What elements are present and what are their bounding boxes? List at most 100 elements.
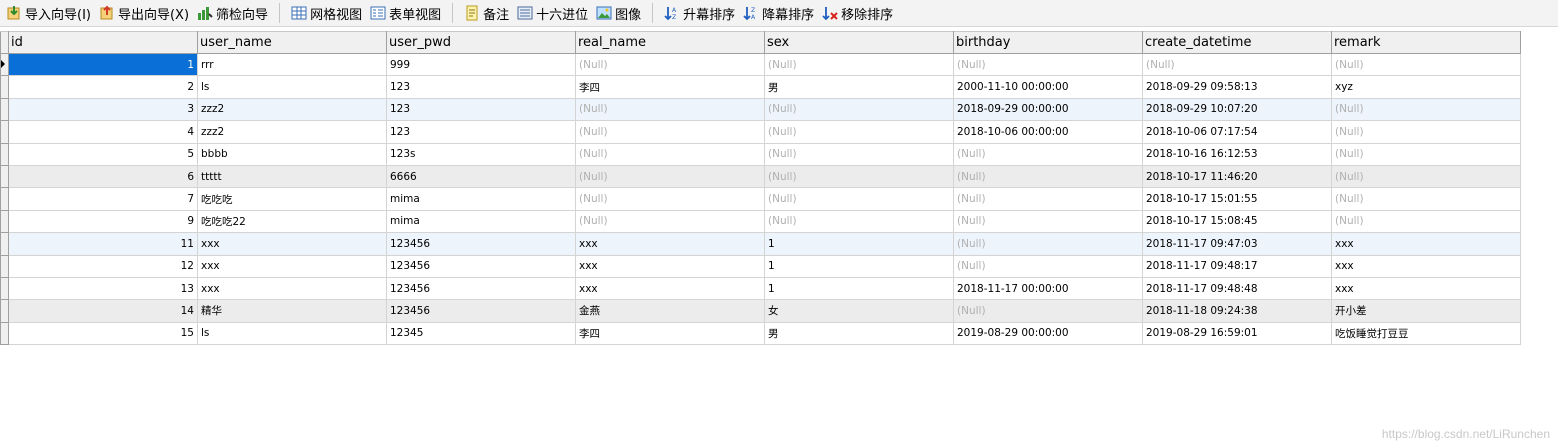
row-indicator[interactable] xyxy=(0,187,9,211)
cell-user-pwd[interactable]: 123s xyxy=(386,142,576,166)
table-row[interactable]: 4 zzz2 123 (Null) (Null) 2018-10-06 00:00:00 2… xyxy=(0,120,1521,144)
cell-real-name[interactable]: 李四 xyxy=(575,75,765,99)
table-row[interactable]: 1 rrr 999 (Null) (Null) (Null) (Null) (Null) xyxy=(0,52,1521,77)
cell-remark[interactable]: xxx xyxy=(1331,254,1521,278)
cell-create-datetime[interactable]: 2018-11-17 09:47:03 xyxy=(1142,232,1332,256)
grid-view-button[interactable]: 网格视图 xyxy=(287,1,366,25)
cell-remark[interactable]: (Null) xyxy=(1331,52,1521,77)
cell-real-name[interactable]: (Null) xyxy=(575,209,765,234)
cell-sex[interactable]: (Null) xyxy=(764,142,954,166)
cell-create-datetime[interactable]: 2018-11-18 09:24:38 xyxy=(1142,299,1332,323)
row-indicator[interactable] xyxy=(0,254,9,278)
cell-user-name[interactable]: rrr xyxy=(197,52,387,77)
cell-id[interactable]: 5 xyxy=(8,142,198,166)
export-wizard-button[interactable]: 导出向导(X) xyxy=(95,1,193,25)
cell-real-name[interactable]: xxx xyxy=(575,254,765,278)
cell-create-datetime[interactable]: 2018-10-17 11:46:20 xyxy=(1142,164,1332,189)
cell-create-datetime[interactable]: 2018-10-17 15:01:55 xyxy=(1142,187,1332,211)
table-row[interactable]: 11 xxx 123456 xxx 1 (Null) 2018-11-17 09:47:03… xyxy=(0,232,1521,256)
cell-user-pwd[interactable]: mima xyxy=(386,209,576,234)
memo-button[interactable]: 备注 xyxy=(460,1,513,25)
cell-create-datetime[interactable]: 2018-10-06 07:17:54 xyxy=(1142,120,1332,144)
cell-birthday[interactable]: (Null) xyxy=(953,209,1143,234)
cell-id[interactable]: 11 xyxy=(8,232,198,256)
table-row[interactable]: 7 吃吃吃 mima (Null) (Null) (Null) 2018-10-17 15:… xyxy=(0,187,1521,211)
cell-user-pwd[interactable]: 123456 xyxy=(386,276,576,301)
cell-birthday[interactable]: (Null) xyxy=(953,232,1143,256)
cell-remark[interactable]: 开小差 xyxy=(1331,299,1521,323)
cell-remark[interactable]: (Null) xyxy=(1331,187,1521,211)
cell-user-pwd[interactable]: 123 xyxy=(386,120,576,144)
table-row[interactable]: 14 精华 123456 金燕女 (Null) 2018-11-18 09:24:38 开小… xyxy=(0,299,1521,323)
cell-id[interactable]: 4 xyxy=(8,120,198,144)
cell-birthday[interactable]: (Null) xyxy=(953,164,1143,189)
cell-create-datetime[interactable]: 2018-10-16 16:12:53 xyxy=(1142,142,1332,166)
cell-user-pwd[interactable]: 123456 xyxy=(386,232,576,256)
cell-user-name[interactable]: xxx xyxy=(197,276,387,301)
cell-id[interactable]: 3 xyxy=(8,97,198,122)
column-header-sex[interactable]: sex xyxy=(764,31,954,54)
cell-remark[interactable]: xxx xyxy=(1331,276,1521,301)
cell-id[interactable]: 2 xyxy=(8,75,198,99)
cell-sex[interactable]: (Null) xyxy=(764,164,954,189)
cell-real-name[interactable]: (Null) xyxy=(575,52,765,77)
cell-remark[interactable]: 吃饭睡觉打豆豆 xyxy=(1331,321,1521,346)
cell-birthday[interactable]: (Null) xyxy=(953,299,1143,323)
cell-id[interactable]: 9 xyxy=(8,209,198,234)
column-header-id[interactable]: id xyxy=(8,31,198,54)
row-indicator[interactable] xyxy=(0,142,9,166)
row-indicator[interactable] xyxy=(0,97,9,122)
cell-user-name[interactable]: xxx xyxy=(197,232,387,256)
cell-sex[interactable]: (Null) xyxy=(764,52,954,77)
cell-birthday[interactable]: (Null) xyxy=(953,187,1143,211)
cell-birthday[interactable]: 2019-08-29 00:00:00 xyxy=(953,321,1143,346)
row-indicator[interactable] xyxy=(0,321,9,346)
cell-remark[interactable]: xxx xyxy=(1331,232,1521,256)
cell-real-name[interactable]: 金燕 xyxy=(575,299,765,323)
cell-real-name[interactable]: (Null) xyxy=(575,164,765,189)
cell-remark[interactable]: xyz xyxy=(1331,75,1521,99)
cell-id[interactable]: 12 xyxy=(8,254,198,278)
row-indicator[interactable] xyxy=(0,52,9,77)
cell-user-name[interactable]: xxx xyxy=(197,254,387,278)
table-row[interactable]: 9 吃吃吃22 mima (Null) (Null) (Null) 2018-10-17 1… xyxy=(0,209,1521,234)
row-indicator[interactable] xyxy=(0,276,9,301)
cell-user-name[interactable]: zzz2 xyxy=(197,120,387,144)
cell-id[interactable]: 13 xyxy=(8,276,198,301)
cell-sex[interactable]: (Null) xyxy=(764,97,954,122)
cell-create-datetime[interactable]: 2018-10-17 15:08:45 xyxy=(1142,209,1332,234)
column-header-user-name[interactable]: user_name xyxy=(197,31,387,54)
cell-sex[interactable]: (Null) xyxy=(764,120,954,144)
cell-birthday[interactable]: (Null) xyxy=(953,254,1143,278)
cell-real-name[interactable]: xxx xyxy=(575,232,765,256)
cell-id[interactable]: 7 xyxy=(8,187,198,211)
cell-user-pwd[interactable]: 123456 xyxy=(386,299,576,323)
form-view-button[interactable]: 表单视图 xyxy=(366,1,445,25)
cell-sex[interactable]: 1 xyxy=(764,232,954,256)
cell-real-name[interactable]: xxx xyxy=(575,276,765,301)
table-row[interactable]: 3 zzz2 123 (Null) (Null) 2018-09-29 00:00:00 2… xyxy=(0,97,1521,122)
cell-sex[interactable]: 1 xyxy=(764,276,954,301)
row-indicator[interactable] xyxy=(0,232,9,256)
column-header-real-name[interactable]: real_name xyxy=(575,31,765,54)
cell-birthday[interactable]: (Null) xyxy=(953,52,1143,77)
column-header-create-datetime[interactable]: create_datetime xyxy=(1142,31,1332,54)
cell-birthday[interactable]: (Null) xyxy=(953,142,1143,166)
table-row[interactable]: 2 ls 123 李四男 2000-11-10 00:00:00 2018-09-29 0… xyxy=(0,75,1521,99)
column-header-remark[interactable]: remark xyxy=(1331,31,1521,54)
table-row[interactable]: 5 bbbb 123s (Null) (Null) (Null) 2018-10-16 16… xyxy=(0,142,1521,166)
cell-remark[interactable]: (Null) xyxy=(1331,142,1521,166)
cell-user-name[interactable]: 吃吃吃 xyxy=(197,187,387,211)
cell-create-datetime[interactable]: 2018-09-29 10:07:20 xyxy=(1142,97,1332,122)
cell-id[interactable]: 6 xyxy=(8,164,198,189)
cell-real-name[interactable]: (Null) xyxy=(575,142,765,166)
cell-user-name[interactable]: 吃吃吃22 xyxy=(197,209,387,234)
hex-button[interactable]: 十六进位 xyxy=(513,1,592,25)
cell-user-pwd[interactable]: 123 xyxy=(386,97,576,122)
remove-sort-button[interactable]: 移除排序 xyxy=(818,1,897,25)
cell-user-pwd[interactable]: 6666 xyxy=(386,164,576,189)
cell-birthday[interactable]: 2000-11-10 00:00:00 xyxy=(953,75,1143,99)
column-header-birthday[interactable]: birthday xyxy=(953,31,1143,54)
cell-sex[interactable]: (Null) xyxy=(764,187,954,211)
cell-id[interactable]: 14 xyxy=(8,299,198,323)
